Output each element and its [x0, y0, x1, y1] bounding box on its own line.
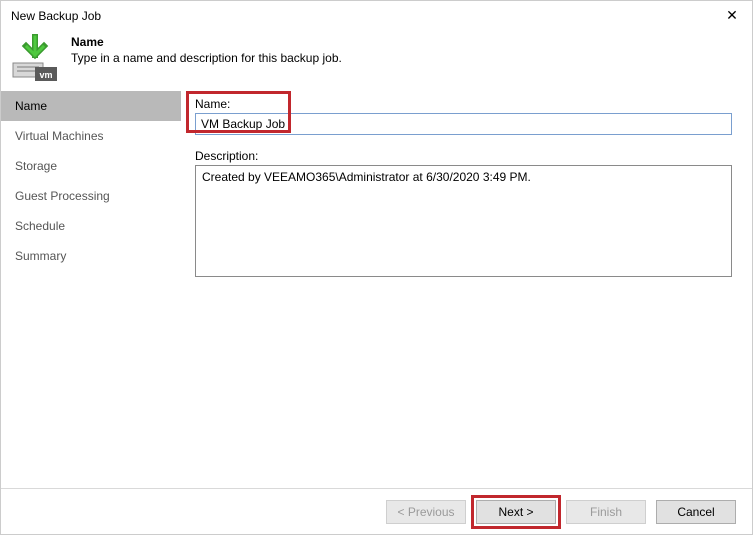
name-input[interactable] — [195, 113, 732, 135]
wizard-footer: < Previous Next > Finish Cancel — [1, 488, 752, 534]
close-icon[interactable]: ✕ — [722, 6, 742, 26]
titlebar: New Backup Job ✕ — [1, 1, 752, 27]
finish-button: Finish — [566, 500, 646, 524]
description-label: Description: — [195, 149, 732, 163]
next-button-wrap: Next > — [476, 500, 556, 524]
sidebar-item-storage[interactable]: Storage — [1, 151, 181, 181]
svg-text:vm: vm — [39, 70, 52, 80]
next-button[interactable]: Next > — [476, 500, 556, 524]
cancel-button[interactable]: Cancel — [656, 500, 736, 524]
name-field-group: Name: — [195, 97, 732, 135]
description-input[interactable]: Created by VEEAMO365\Administrator at 6/… — [195, 165, 732, 277]
content-panel: Name: Description: Created by VEEAMO365\… — [181, 91, 752, 488]
wizard-header: vm Name Type in a name and description f… — [1, 27, 752, 91]
sidebar-item-schedule[interactable]: Schedule — [1, 211, 181, 241]
window-title: New Backup Job — [11, 9, 101, 23]
sidebar-item-virtual-machines[interactable]: Virtual Machines — [1, 121, 181, 151]
main-area: Name Virtual Machines Storage Guest Proc… — [1, 91, 752, 488]
wizard-sidebar: Name Virtual Machines Storage Guest Proc… — [1, 91, 181, 488]
header-title: Name — [71, 35, 342, 49]
header-subtitle: Type in a name and description for this … — [71, 51, 342, 65]
sidebar-item-name[interactable]: Name — [1, 91, 181, 121]
sidebar-item-summary[interactable]: Summary — [1, 241, 181, 271]
sidebar-item-guest-processing[interactable]: Guest Processing — [1, 181, 181, 211]
description-field-group: Description: Created by VEEAMO365\Admini… — [195, 149, 732, 280]
name-label: Name: — [195, 97, 732, 111]
vm-backup-icon: vm — [11, 33, 59, 81]
previous-button: < Previous — [386, 500, 466, 524]
header-text: Name Type in a name and description for … — [71, 33, 342, 65]
